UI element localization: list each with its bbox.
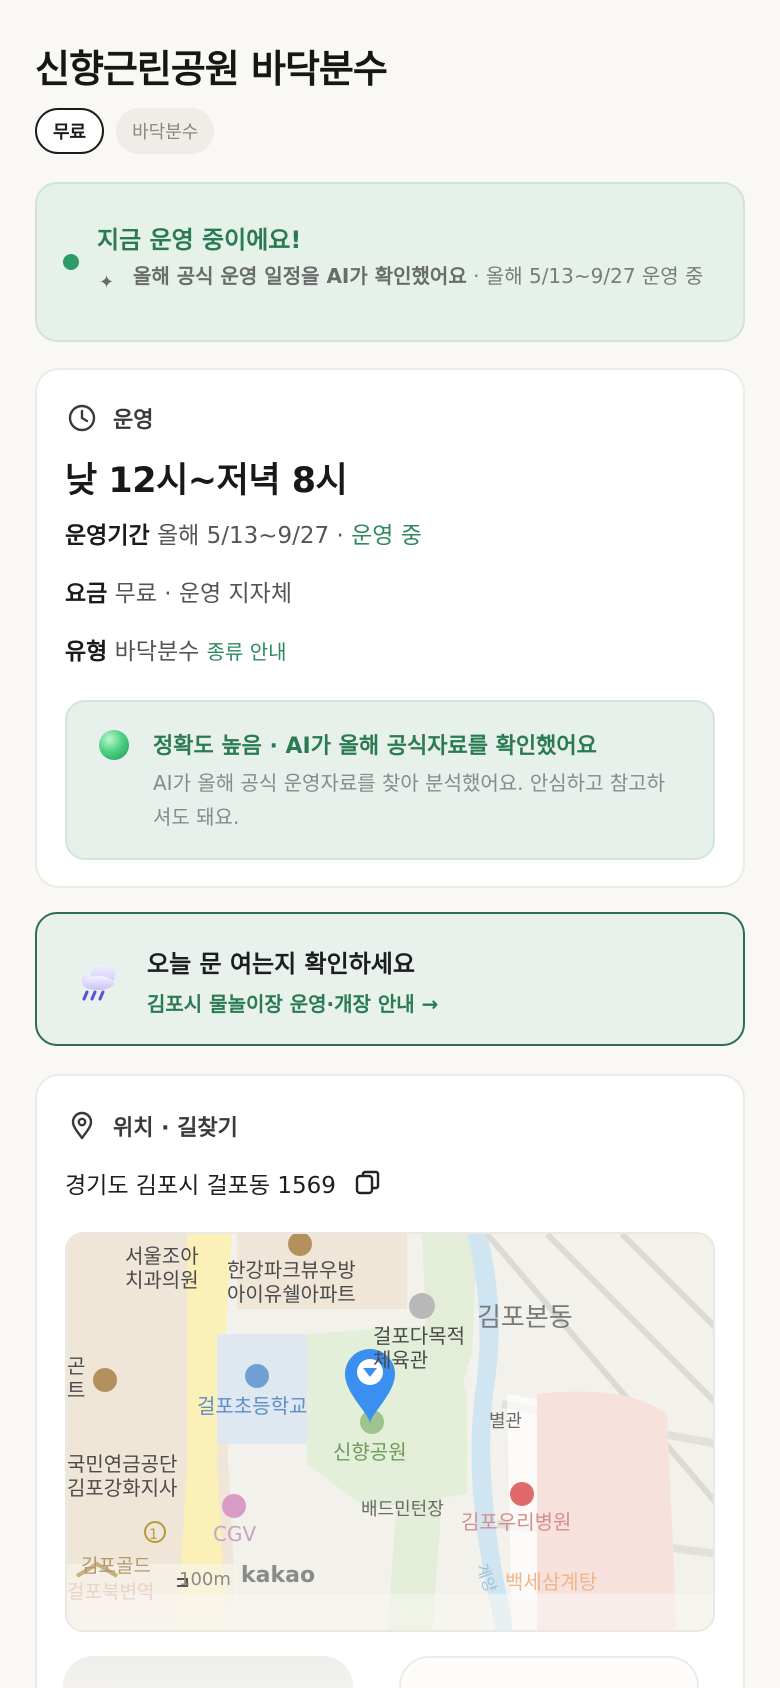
bottom-action-right[interactable] [399, 1656, 699, 1688]
fee-value: 무료 · 운영 지자체 [114, 581, 293, 607]
operating-status-banner: 지금 운영 중이에요! ✦ 올해 공식 운영 일정을 AI가 확인했어요 · 올… [35, 182, 745, 342]
map-label-school: 걸포초등학교 [197, 1394, 308, 1418]
fee-label: 요금 [65, 581, 108, 607]
accuracy-orb-icon [99, 730, 129, 760]
open-check-banner[interactable]: 오늘 문 여는지 확인하세요 김포시 물놀이장 운영·개장 안내 → [35, 912, 745, 1046]
map-label-station: 걸포북변역 [67, 1581, 155, 1603]
map-label-left-edge: 곤 트 [67, 1354, 85, 1402]
map-view[interactable]: 서울조아 치과의원 한강파크뷰우방 아이유쉘아파트 걸포다목적 체육관 김포본동… [65, 1232, 715, 1632]
status-headline: 지금 운영 중이에요! [97, 226, 302, 254]
map-label-pension: 국민연금공단 김포강화지사 [67, 1452, 177, 1500]
operation-section-label: 운영 [113, 408, 154, 433]
map-label-dental: 서울조아 치과의원 [125, 1244, 199, 1292]
period-label: 운영기간 [65, 523, 150, 549]
operating-hours: 낮 12시~저녁 8시 [65, 461, 348, 501]
map-label-park: 신향공원 [333, 1440, 407, 1464]
operation-card: 운영 낮 12시~저녁 8시 운영기간 올해 5/13~9/27 · 운영 중 … [35, 368, 745, 888]
map-label-district: 김포본동 [477, 1303, 573, 1333]
map-label-left-edge-text: 곤 트 [67, 1354, 86, 1402]
copy-icon[interactable] [354, 1169, 382, 1197]
type-chip[interactable]: 바닥분수 [116, 108, 215, 154]
map-label-apt: 한강파크뷰우방 아이유쉘아파트 [227, 1258, 356, 1306]
tag-chips: 무료 바닥분수 [35, 108, 215, 154]
accuracy-notice: 정확도 높음 · AI가 올해 공식자료를 확인했어요 AI가 올해 공식 운영… [65, 700, 715, 860]
period-status: 운영 중 [351, 523, 422, 549]
type-guide-link[interactable]: 종류 안내 [207, 640, 287, 664]
accuracy-body: AI가 올해 공식 운영자료를 찾아 분석했어요. 안심하고 참고하셔도 돼요. [153, 771, 666, 829]
type-row: 유형 바닥분수 종류 안내 [65, 632, 287, 666]
page-title: 신향근린공원 바닥분수 [35, 47, 388, 91]
address-text: 경기도 김포시 걸포동 1569 [65, 1173, 336, 1199]
location-pin-icon [71, 1111, 93, 1140]
map-background [67, 1234, 713, 1630]
location-card: 위치 · 길찾기 경기도 김포시 걸포동 1569 서울조아 치과의원 한강파크… [35, 1074, 745, 1688]
bottom-action-left[interactable] [63, 1656, 353, 1688]
open-check-headline: 오늘 문 여는지 확인하세요 [147, 950, 415, 978]
status-detail: 올해 공식 운영 일정을 AI가 확인했어요 · 올해 5/13~9/27 운영… [133, 262, 733, 290]
map-label-badge: 1 [149, 1527, 158, 1543]
location-section-header: 위치 · 길찾기 [67, 1110, 238, 1142]
clock-icon [68, 404, 96, 432]
map-label-cgv: CGV [213, 1522, 257, 1546]
type-label: 유형 [65, 639, 108, 665]
address-row: 경기도 김포시 걸포동 1569 [65, 1166, 382, 1200]
location-section-label: 위치 · 길찾기 [113, 1116, 238, 1141]
fee-row: 요금 무료 · 운영 지자체 [65, 574, 292, 608]
map-label-hospital: 김포우리병원 [461, 1510, 572, 1534]
fee-chip[interactable]: 무료 [35, 108, 105, 154]
ai-note: 올해 공식 운영 일정을 AI가 확인했어요 [133, 264, 467, 288]
map-label-gym-text: 걸포다목적 체육관 [373, 1324, 465, 1372]
map-label-gold: 김포골드 [81, 1555, 151, 1577]
status-period: · 올해 5/13~9/27 운영 중 [466, 264, 704, 288]
rain-cloud-icon [82, 964, 115, 1001]
map-label-badminton: 배드민턴장 [361, 1499, 444, 1520]
map-label-pension-text: 국민연금공단 김포강화지사 [67, 1452, 178, 1500]
sparkle-icon: ✦ [99, 272, 115, 293]
map-label-dental-text: 서울조아 치과의원 [125, 1244, 199, 1292]
map-label-annex: 별관 [489, 1411, 523, 1432]
map-brand-logo: kakao [241, 1563, 316, 1588]
period-value: 올해 5/13~9/27 · [156, 523, 352, 549]
map-label-gym: 걸포다목적 체육관 [373, 1324, 465, 1372]
period-row: 운영기간 올해 5/13~9/27 · 운영 중 [65, 516, 422, 550]
map-label-restaurant: 백세삼계탕 [505, 1570, 597, 1594]
operation-section-header: 운영 [67, 402, 153, 434]
type-value: 바닥분수 [114, 639, 207, 665]
status-dot-icon [63, 254, 79, 270]
map-label-apt-text: 한강파크뷰우방 아이유쉘아파트 [227, 1258, 356, 1306]
accuracy-headline: 정확도 높음 · AI가 올해 공식자료를 확인했어요 [153, 734, 597, 759]
open-check-link[interactable]: 김포시 물놀이장 운영·개장 안내 → [147, 988, 438, 1017]
map-scale: 100m [179, 1569, 231, 1590]
